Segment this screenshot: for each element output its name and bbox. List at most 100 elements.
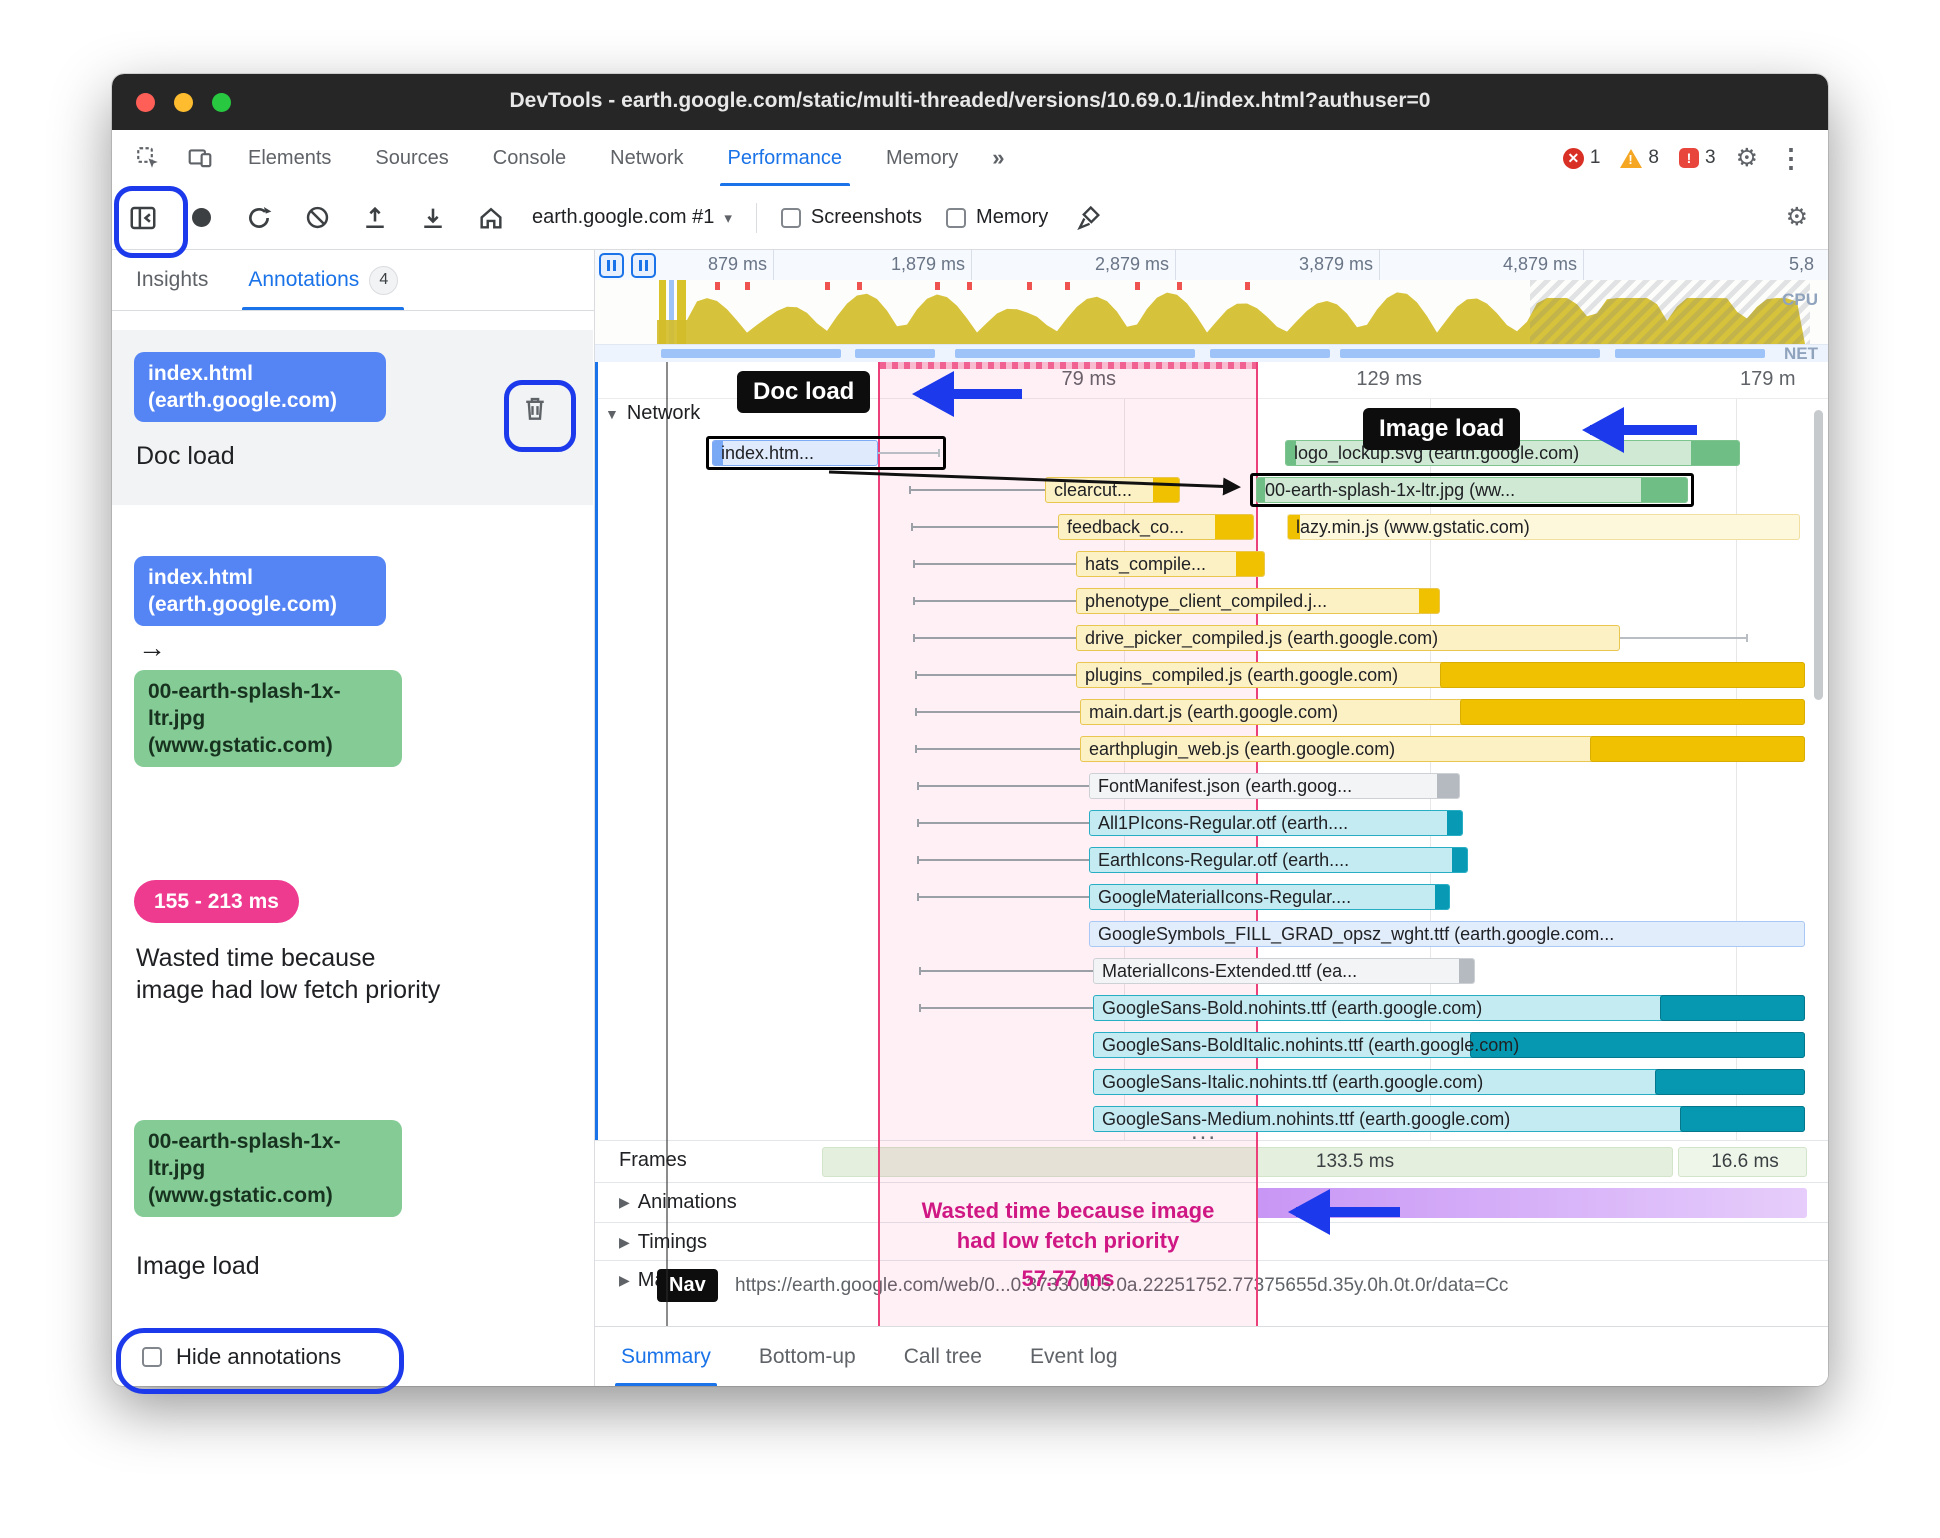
toggle-sidebar-button[interactable] <box>126 201 160 235</box>
network-request[interactable]: FontManifest.json (earth.goog... <box>1089 773 1460 799</box>
save-profile-button[interactable] <box>416 201 450 235</box>
frames-track[interactable]: Frames 133.5 ms 16.6 ms <box>595 1140 1828 1183</box>
garbage-collect-icon[interactable] <box>1072 201 1106 235</box>
request-queue-whisker <box>915 745 1080 753</box>
network-request[interactable]: main.dart.js (earth.google.com) <box>1080 699 1805 725</box>
network-request[interactable]: GoogleSans-Bold.nohints.ttf (earth.googl… <box>1093 995 1805 1021</box>
annotation-entry-range[interactable]: 155 - 213 ms Wasted time because image h… <box>112 880 593 1100</box>
network-scrollbar[interactable] <box>1814 410 1823 700</box>
screenshot-canvas: DevTools - earth.google.com/static/multi… <box>0 0 1940 1538</box>
network-request[interactable]: hats_compile... <box>1076 551 1265 577</box>
annotation-chip-link-from[interactable]: index.html (earth.google.com) <box>134 556 386 626</box>
network-request[interactable]: feedback_co... <box>1058 514 1254 540</box>
tab-call-tree[interactable]: Call tree <box>904 1327 982 1386</box>
annotation-chip-link-to[interactable]: 00-earth-splash-1x-ltr.jpg (www.gstatic.… <box>134 670 402 767</box>
network-request[interactable]: 00-earth-splash-1x-ltr.jpg (ww... <box>1256 477 1688 503</box>
load-profile-button[interactable] <box>358 201 392 235</box>
long-task-marker <box>1065 282 1070 290</box>
history-dropdown[interactable]: earth.google.com #1 ▾ <box>532 206 732 229</box>
network-request[interactable]: EarthIcons-Regular.otf (earth.... <box>1089 847 1468 873</box>
tab-memory[interactable]: Memory <box>886 130 958 186</box>
request-queue-whisker <box>919 967 1093 975</box>
memory-checkbox[interactable] <box>946 207 967 228</box>
issues-count: 3 <box>1705 147 1716 168</box>
clear-button[interactable] <box>300 201 334 235</box>
memory-checkbox-row[interactable]: Memory <box>946 206 1048 229</box>
network-waterfall[interactable]: index.htm... logo_lockup.svg (earth.googl… <box>595 398 1810 1140</box>
network-request[interactable]: MaterialIcons-Extended.ttf (ea... <box>1093 958 1475 984</box>
hide-annotations-row[interactable]: Hide annotations <box>142 1344 341 1370</box>
overview-hatched-region <box>1530 280 1810 344</box>
tabbar-right-cluster: ✕ 1 8 ! 3 ⚙ ⋮ <box>1562 130 1828 186</box>
network-request[interactable]: All1PIcons-Regular.otf (earth.... <box>1089 810 1463 836</box>
network-request[interactable]: drive_picker_compiled.js (earth.google.c… <box>1076 625 1620 651</box>
tab-event-log[interactable]: Event log <box>1030 1327 1118 1386</box>
tab-annotations[interactable]: Annotations 4 <box>242 250 405 310</box>
network-request[interactable]: lazy.min.js (www.gstatic.com) <box>1287 514 1800 540</box>
home-button[interactable] <box>474 201 508 235</box>
screenshots-checkbox-row[interactable]: Screenshots <box>780 206 922 229</box>
inspect-element-icon[interactable] <box>134 144 162 172</box>
tab-elements[interactable]: Elements <box>248 130 331 186</box>
issues-indicator[interactable]: ! 3 <box>1679 147 1716 169</box>
frame-bar[interactable] <box>822 1147 1673 1177</box>
record-button[interactable] <box>184 201 218 235</box>
network-request[interactable]: plugins_compiled.js (earth.google.com) <box>1076 662 1805 688</box>
annotation-chip-index-html[interactable]: index.html (earth.google.com) <box>134 352 386 422</box>
annotation-chip-time-range[interactable]: 155 - 213 ms <box>134 880 299 923</box>
annotation-chip-splash-image[interactable]: 00-earth-splash-1x-ltr.jpg (www.gstatic.… <box>134 1120 402 1217</box>
device-toolbar-icon[interactable] <box>186 144 214 172</box>
annotation-entry-doc-load[interactable]: index.html (earth.google.com) Doc load <box>112 330 593 505</box>
network-request[interactable]: index.htm... <box>712 440 878 466</box>
console-warnings-indicator[interactable]: 8 <box>1620 147 1659 169</box>
long-task-marker <box>1177 282 1182 290</box>
kebab-menu-icon[interactable]: ⋮ <box>1778 145 1804 171</box>
console-errors-indicator[interactable]: ✕ 1 <box>1562 147 1601 169</box>
disclosure-triangle-icon[interactable]: ▶ <box>619 1194 630 1211</box>
network-request[interactable]: GoogleSans-BoldItalic.nohints.ttf (earth… <box>1093 1032 1805 1058</box>
tab-console[interactable]: Console <box>493 130 566 186</box>
network-request[interactable]: GoogleSans-Italic.nohints.ttf (earth.goo… <box>1093 1069 1805 1095</box>
detail-ruler-tick: 129 ms <box>1356 368 1422 390</box>
animations-track-label: Animations <box>637 1191 737 1213</box>
tab-bottom-up[interactable]: Bottom-up <box>759 1327 856 1386</box>
more-panels-button[interactable]: » <box>992 130 1004 186</box>
error-count: 1 <box>1589 147 1601 168</box>
network-request[interactable]: phenotype_client_compiled.j... <box>1076 588 1440 614</box>
network-request-label: feedback_co... <box>1067 517 1185 537</box>
annotation-label-wasted-time: Wasted time because image had low fetch … <box>136 944 441 1004</box>
screenshots-checkbox[interactable] <box>780 207 801 228</box>
collapse-network-icon[interactable]: ▼ <box>605 406 619 422</box>
detail-ruler-tick: 179 m <box>1740 368 1796 390</box>
request-queue-whisker <box>913 560 1076 568</box>
tab-sources[interactable]: Sources <box>375 130 448 186</box>
annotations-sidebar: Insights Annotations 4 index.html (earth… <box>112 250 595 1386</box>
annotation-entry-link[interactable]: index.html (earth.google.com) → 00-earth… <box>112 550 593 810</box>
network-request[interactable]: GoogleMaterialIcons-Regular.... <box>1089 884 1450 910</box>
chevron-down-icon: ▾ <box>724 209 732 227</box>
animation-bar[interactable] <box>1256 1188 1807 1218</box>
disclosure-triangle-icon[interactable]: ▶ <box>619 1272 630 1289</box>
network-request[interactable]: GoogleSymbols_FILL_GRAD_opsz_wght.ttf (e… <box>1089 921 1805 947</box>
breadcrumb-pause-icon[interactable] <box>599 253 624 278</box>
timeline-overview[interactable]: 879 ms 1,879 ms 2,879 ms 3,879 ms 4,879 ms 5,… <box>595 250 1828 363</box>
net-activity-segment <box>1210 349 1330 358</box>
network-request[interactable]: earthplugin_web.js (earth.google.com) <box>1080 736 1805 762</box>
reload-and-record-button[interactable] <box>242 201 276 235</box>
capture-settings-gear-icon[interactable]: ⚙ <box>1786 205 1808 230</box>
link-arrow-icon: → <box>138 632 166 663</box>
tab-network[interactable]: Network <box>610 130 683 186</box>
disclosure-triangle-icon[interactable]: ▶ <box>619 1234 630 1251</box>
overview-ruler-tick: 2,879 ms <box>1094 254 1169 274</box>
more-requests-indicator[interactable]: ... <box>1191 1118 1217 1146</box>
settings-gear-icon[interactable]: ⚙ <box>1736 145 1758 171</box>
tab-performance[interactable]: Performance <box>719 130 850 186</box>
annotation-entry-image-load[interactable]: 00-earth-splash-1x-ltr.jpg (www.gstatic.… <box>112 1120 593 1300</box>
delete-annotation-button[interactable] <box>516 388 554 428</box>
breadcrumb-pause-icon-2[interactable] <box>631 253 656 278</box>
network-track-header[interactable]: ▼ Network <box>605 402 700 425</box>
tab-summary[interactable]: Summary <box>615 1327 717 1386</box>
tab-insights[interactable]: Insights <box>136 250 208 310</box>
hide-annotations-checkbox[interactable] <box>142 1347 162 1367</box>
network-request[interactable]: clearcut... <box>1045 477 1180 503</box>
